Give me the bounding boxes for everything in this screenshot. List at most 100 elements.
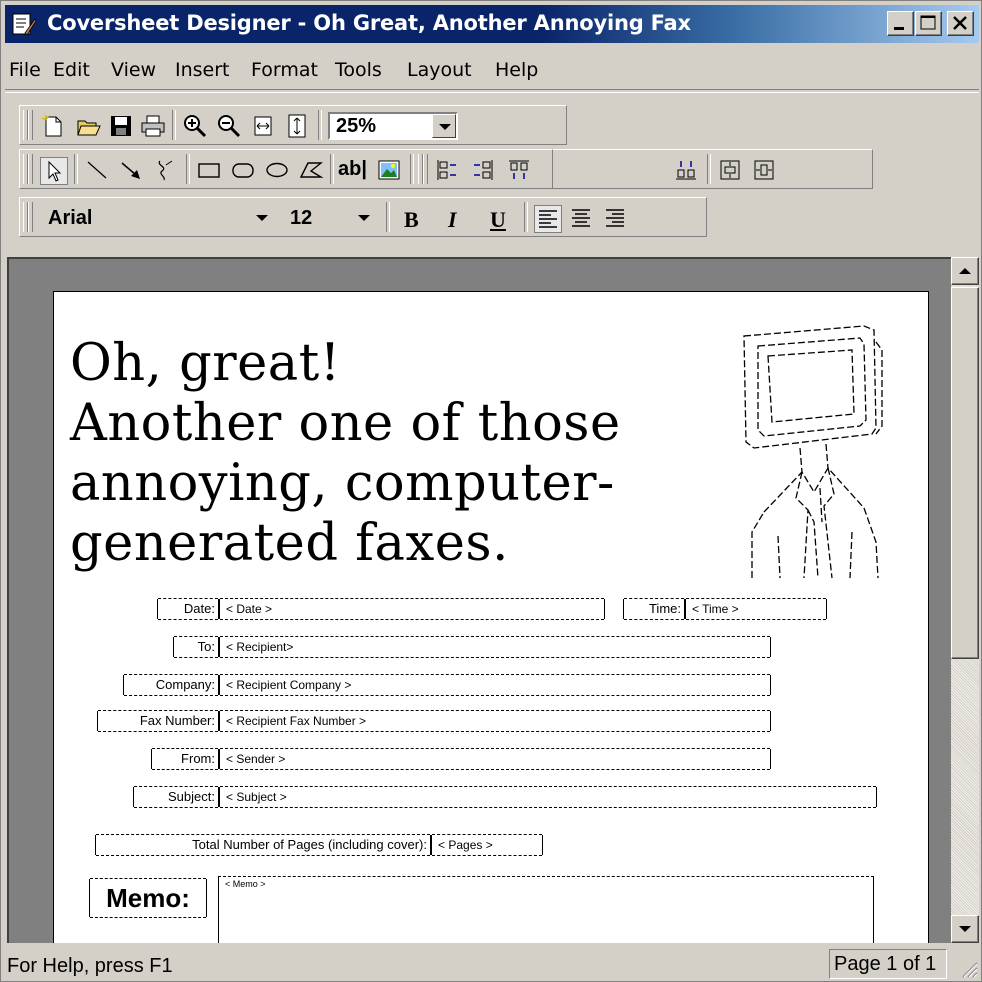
ellipse-tool-icon[interactable]: [264, 157, 290, 183]
font-size-select[interactable]: 12: [282, 204, 378, 232]
to-field[interactable]: < Recipient>: [219, 636, 771, 658]
save-disk-icon[interactable]: [108, 113, 134, 139]
app-window: Coversheet Designer - Oh Great, Another …: [0, 0, 982, 982]
close-button[interactable]: [947, 11, 974, 36]
minimize-button[interactable]: [887, 11, 914, 36]
menu-separator: [5, 89, 979, 93]
headline-line: annoying, computer-: [70, 454, 615, 513]
arrow-tool-icon[interactable]: [118, 157, 144, 183]
toolbar-grip[interactable]: [28, 110, 33, 140]
open-folder-icon[interactable]: [76, 113, 102, 139]
align-left-icon[interactable]: [534, 205, 562, 233]
company-label[interactable]: Company:: [123, 674, 219, 696]
zoom-value: 25%: [336, 115, 377, 137]
menu-view[interactable]: View: [111, 59, 156, 81]
menu-help[interactable]: Help: [495, 59, 538, 81]
toolbar-separator: [318, 110, 322, 140]
maximize-icon: [920, 15, 936, 30]
menu-bar: File Edit View Insert Format Tools Layou…: [5, 53, 979, 87]
time-label[interactable]: Time:: [623, 598, 685, 620]
scroll-up-button[interactable]: [951, 257, 979, 285]
fax-number-label[interactable]: Fax Number:: [97, 710, 219, 732]
window-title: Coversheet Designer - Oh Great, Another …: [47, 11, 691, 35]
menu-file[interactable]: File: [9, 59, 41, 81]
new-document-icon[interactable]: [40, 113, 66, 139]
line-tool-icon[interactable]: [84, 157, 110, 183]
memo-label[interactable]: Memo:: [89, 878, 207, 918]
select-arrow-icon[interactable]: [40, 157, 68, 185]
menu-tools[interactable]: Tools: [335, 59, 382, 81]
from-label[interactable]: From:: [151, 748, 219, 770]
zoom-in-icon[interactable]: [182, 113, 208, 139]
formatting-toolbar: Arial 12 B I U: [19, 197, 707, 237]
fit-width-icon[interactable]: [250, 113, 276, 139]
toolbar-separator: [330, 154, 334, 184]
rectangle-tool-icon[interactable]: [196, 157, 222, 183]
rounded-rectangle-tool-icon[interactable]: [230, 157, 256, 183]
company-field[interactable]: < Recipient Company >: [219, 674, 771, 696]
from-field[interactable]: < Sender >: [219, 748, 771, 770]
time-field[interactable]: < Time >: [685, 598, 827, 620]
headline-line: Another one of those: [70, 394, 621, 453]
bold-button[interactable]: B: [404, 207, 419, 233]
print-icon[interactable]: [140, 113, 166, 139]
alignment-toolbar: [553, 149, 873, 189]
maximize-button[interactable]: [915, 11, 942, 36]
freehand-tool-icon[interactable]: [152, 157, 178, 183]
toolbar-grip[interactable]: [28, 154, 33, 184]
polygon-tool-icon[interactable]: [298, 157, 324, 183]
toolbar-grip[interactable]: [423, 154, 428, 184]
total-pages-label[interactable]: Total Number of Pages (including cover):: [95, 834, 431, 856]
text-tool-button[interactable]: ab|: [338, 158, 367, 181]
align-top-objects-icon[interactable]: [506, 157, 532, 183]
align-bottom-objects-icon[interactable]: [673, 157, 699, 183]
menu-format[interactable]: Format: [251, 59, 318, 81]
font-name-select[interactable]: Arial: [40, 204, 276, 232]
standard-toolbar: 25%: [19, 105, 567, 145]
zoom-select[interactable]: 25%: [328, 112, 458, 140]
align-right-objects-icon[interactable]: [470, 157, 496, 183]
memo-field[interactable]: < Memo >: [218, 876, 874, 943]
scroll-thumb[interactable]: [951, 287, 979, 659]
scroll-down-button[interactable]: [951, 915, 979, 943]
chevron-down-icon[interactable]: [432, 114, 456, 138]
coversheet-page[interactable]: Oh, great! Another one of those annoying…: [53, 291, 929, 943]
date-field[interactable]: < Date >: [219, 598, 605, 620]
fit-page-icon[interactable]: [284, 113, 310, 139]
subject-field[interactable]: < Subject >: [219, 786, 877, 808]
align-right-icon[interactable]: [602, 205, 628, 231]
pages-field[interactable]: < Pages >: [431, 834, 543, 856]
toolbar-separator: [74, 154, 78, 184]
align-left-objects-icon[interactable]: [434, 157, 460, 183]
image-tool-icon[interactable]: [376, 157, 402, 183]
computer-head-man-illustration[interactable]: [734, 322, 884, 582]
menu-insert[interactable]: Insert: [175, 59, 230, 81]
vertical-scrollbar[interactable]: [951, 257, 979, 943]
headline-text[interactable]: Oh, great! Another one of those annoying…: [70, 334, 621, 574]
fax-number-field[interactable]: < Recipient Fax Number >: [219, 710, 771, 732]
toolbar-separator: [524, 202, 528, 232]
chevron-down-icon[interactable]: [250, 206, 274, 230]
align-center-icon[interactable]: [568, 205, 594, 231]
arrow-down-icon: [959, 926, 971, 932]
chevron-down-icon[interactable]: [352, 206, 376, 230]
subject-label[interactable]: Subject:: [133, 786, 219, 808]
document-canvas[interactable]: Oh, great! Another one of those annoying…: [7, 257, 951, 943]
title-bar[interactable]: Coversheet Designer - Oh Great, Another …: [5, 5, 979, 43]
status-help-text: For Help, press F1: [7, 955, 173, 977]
resize-grip-icon[interactable]: [955, 955, 979, 979]
to-label[interactable]: To:: [173, 636, 219, 658]
date-label[interactable]: Date:: [157, 598, 219, 620]
menu-edit[interactable]: Edit: [53, 59, 90, 81]
zoom-out-icon[interactable]: [216, 113, 242, 139]
toolbar-separator: [172, 110, 176, 140]
center-vertical-icon[interactable]: [717, 157, 743, 183]
italic-button[interactable]: I: [448, 207, 457, 233]
toolbar-grip[interactable]: [28, 202, 33, 232]
toolbar-separator: [707, 154, 711, 184]
close-icon: [953, 16, 967, 30]
underline-button[interactable]: U: [490, 207, 506, 233]
headline-line: Oh, great!: [70, 334, 341, 393]
center-horizontal-icon[interactable]: [751, 157, 777, 183]
menu-layout[interactable]: Layout: [407, 59, 472, 81]
